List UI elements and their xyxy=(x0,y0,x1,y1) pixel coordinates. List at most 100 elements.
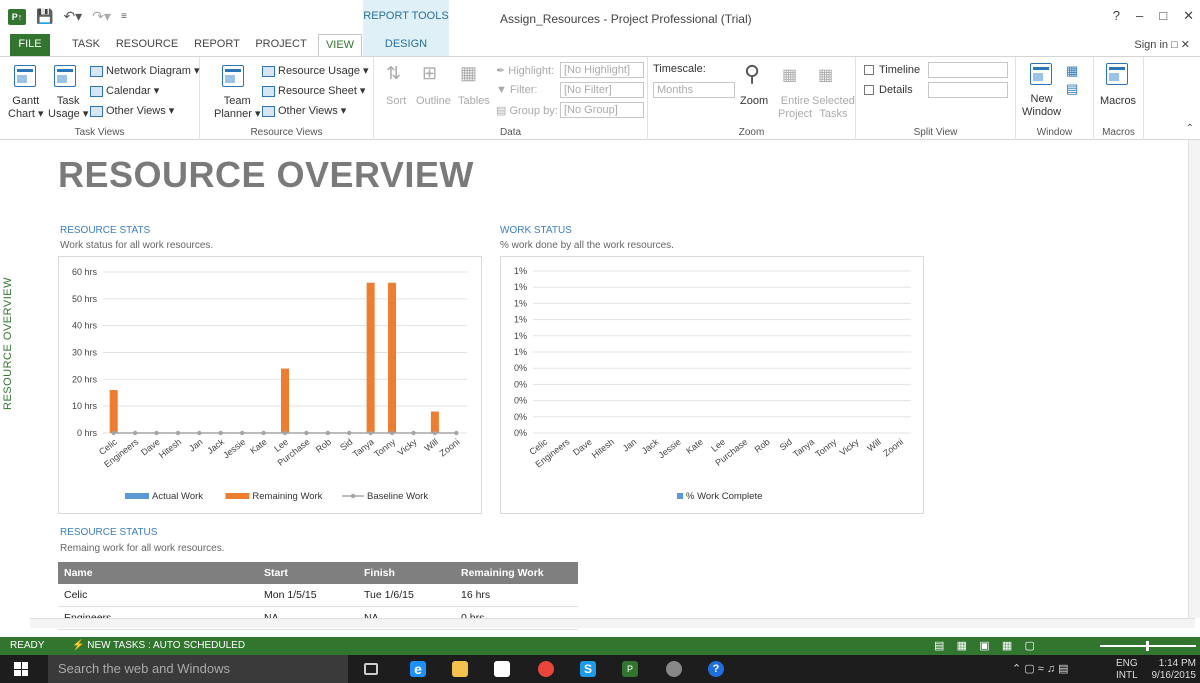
baseline-point xyxy=(197,430,202,436)
collapse-ribbon-icon[interactable]: ⌃ xyxy=(1186,123,1194,134)
col-header-name: Name xyxy=(58,562,258,584)
resource-sheet-button[interactable]: Resource Sheet ▾ xyxy=(262,84,365,97)
tab-project[interactable]: PROJECT xyxy=(252,34,310,56)
group-label-zoom: Zoom xyxy=(738,127,765,138)
restore-button[interactable]: □ xyxy=(1159,8,1167,24)
outline-button[interactable]: Outline xyxy=(416,95,451,107)
network-diagram-button[interactable]: Network Diagram ▾ xyxy=(90,64,200,77)
view-shortcut-icons[interactable]: ▤ ▦ ▣ ▦ ▢ xyxy=(934,639,1035,652)
timeline-dropdown[interactable] xyxy=(928,62,1008,78)
language-indicator[interactable]: ENG INTL xyxy=(1116,658,1138,682)
system-tray-icons[interactable]: ⌃ ▢ ≈ ♫ ▤ xyxy=(1012,662,1069,675)
document-title: Assign_Resources - Project Professional … xyxy=(500,12,752,26)
task-usage-button[interactable]: Task Usage ▾ xyxy=(48,95,88,121)
zoom-slider-thumb[interactable] xyxy=(1146,641,1149,651)
baseline-point xyxy=(111,430,116,436)
chrome-icon[interactable] xyxy=(538,661,554,677)
highlight-dropdown[interactable]: [No Highlight] xyxy=(560,62,644,78)
save-icon[interactable]: 💾 xyxy=(36,8,53,25)
checkbox-icon xyxy=(864,85,874,96)
close-button[interactable]: ✕ xyxy=(1183,8,1194,24)
legend-label: Actual Work xyxy=(152,491,203,502)
details-checkbox[interactable]: Details xyxy=(864,84,913,96)
details-dropdown[interactable] xyxy=(928,82,1008,98)
task-view-icon[interactable] xyxy=(364,663,378,675)
help-button[interactable]: ? xyxy=(1113,8,1120,24)
macros-button[interactable]: Macros xyxy=(1100,95,1136,107)
tab-file[interactable]: FILE xyxy=(10,34,50,56)
legend-label: Baseline Work xyxy=(367,491,428,502)
edge-icon[interactable]: e xyxy=(410,661,426,677)
entire-project-button[interactable]: Entire Project xyxy=(778,95,812,121)
baseline-point xyxy=(325,430,331,436)
customize-qat-icon[interactable]: ≡ xyxy=(121,11,127,22)
sort-button[interactable]: Sort xyxy=(386,95,406,107)
view-side-label: RESOURCE OVERVIEW xyxy=(2,277,14,410)
tab-design[interactable]: DESIGN xyxy=(363,34,449,56)
horizontal-scrollbar[interactable] xyxy=(30,618,1195,628)
timeline-checkbox[interactable]: Timeline xyxy=(864,64,920,76)
redo-icon[interactable]: ↷▾ xyxy=(92,8,111,25)
tables-icon: ▦ xyxy=(460,63,478,83)
tables-button[interactable]: Tables xyxy=(458,95,490,107)
group-label-split-view: Split View xyxy=(913,127,958,138)
network-diagram-icon xyxy=(90,65,103,77)
groupby-dropdown[interactable]: [No Group] xyxy=(560,102,644,118)
bar-remaining-work[interactable] xyxy=(388,282,397,433)
vertical-scrollbar[interactable] xyxy=(1188,140,1200,618)
taskbar-search-box[interactable]: Search the web and Windows xyxy=(48,655,348,683)
minimize-button[interactable]: – xyxy=(1136,8,1143,24)
tab-resource[interactable]: RESOURCE xyxy=(114,34,180,56)
arrange-icon[interactable]: ▦ xyxy=(1066,63,1078,79)
bar-remaining-work[interactable] xyxy=(430,411,439,433)
x-category-label: Tanya xyxy=(351,437,376,460)
legend-label: % Work Complete xyxy=(686,491,762,502)
new-window-button[interactable]: New Window xyxy=(1022,93,1061,119)
start-button[interactable] xyxy=(14,662,28,676)
report-canvas: RESOURCE OVERVIEW RESOURCE OVERVIEW RESO… xyxy=(0,140,1200,630)
resource-stats-chart[interactable]: 0 hrs 10 hrs 20 hrs 30 hrs 40 hrs 50 hrs 60 hr… xyxy=(58,256,482,514)
bar-remaining-work[interactable] xyxy=(366,282,375,433)
tab-task[interactable]: TASK xyxy=(64,34,108,56)
task-usage-icon xyxy=(54,65,76,87)
paint-icon[interactable] xyxy=(666,661,682,677)
group-data: ⇅ Sort ⊞ Outline ▦ Tables ✒ Highlight: [… xyxy=(374,57,648,141)
filter-dropdown[interactable]: [No Filter] xyxy=(560,82,644,98)
table-row[interactable]: Celic Mon 1/5/15 Tue 1/6/15 16 hrs xyxy=(58,584,578,607)
gantt-chart-button[interactable]: Gantt Chart ▾ xyxy=(8,95,43,121)
group-macros: Macros Macros xyxy=(1094,57,1144,141)
work-status-chart[interactable]: 0% 0% 0% 0% 0% 1% 1% 1% 1% 1% 1% Celic Engineers Dave… xyxy=(500,256,924,514)
tab-report[interactable]: REPORT xyxy=(190,34,244,56)
file-explorer-icon[interactable] xyxy=(452,661,468,677)
outline-icon: ⊞ xyxy=(422,63,438,83)
x-category-label: Jessie xyxy=(656,437,682,461)
x-category-label: Tonny xyxy=(813,436,838,459)
clock[interactable]: 1:14 PM 9/16/2015 xyxy=(1150,658,1197,682)
bar-remaining-work[interactable] xyxy=(109,390,118,433)
legend-swatch xyxy=(225,493,250,499)
bar-remaining-work[interactable] xyxy=(281,368,289,433)
split-icon[interactable]: ▤ xyxy=(1066,81,1078,97)
zoom-button[interactable]: Zoom xyxy=(740,95,768,107)
timescale-dropdown[interactable]: Months xyxy=(653,82,735,98)
other-task-views-button[interactable]: Other Views ▾ xyxy=(90,104,174,117)
other-resource-views-button[interactable]: Other Views ▾ xyxy=(262,104,346,117)
undo-icon[interactable]: ↶▾ xyxy=(63,8,82,25)
other-views-icon xyxy=(262,105,275,117)
sign-in-link[interactable]: Sign in □ ✕ xyxy=(1134,38,1190,51)
new-tasks-mode[interactable]: ⚡ NEW TASKS : AUTO SCHEDULED xyxy=(72,640,245,651)
project-taskbar-icon[interactable]: P xyxy=(622,661,638,677)
tab-view[interactable]: VIEW xyxy=(318,34,362,56)
resource-usage-button[interactable]: Resource Usage ▾ xyxy=(262,64,369,77)
calendar-button[interactable]: Calendar ▾ xyxy=(90,84,159,97)
x-category-label: Kate xyxy=(684,437,705,456)
team-planner-button[interactable]: Team Planner ▾ xyxy=(214,95,261,121)
store-icon[interactable] xyxy=(494,661,510,677)
col-header-start: Start xyxy=(258,562,358,584)
selected-tasks-button[interactable]: Selected Tasks xyxy=(812,95,855,121)
y-tick-label: 1% xyxy=(514,331,527,341)
help-app-icon[interactable]: ? xyxy=(708,661,724,677)
cell-start: Mon 1/5/15 xyxy=(258,584,358,607)
timescale-label: Timescale: xyxy=(653,63,706,75)
skype-icon[interactable]: S xyxy=(580,661,596,677)
